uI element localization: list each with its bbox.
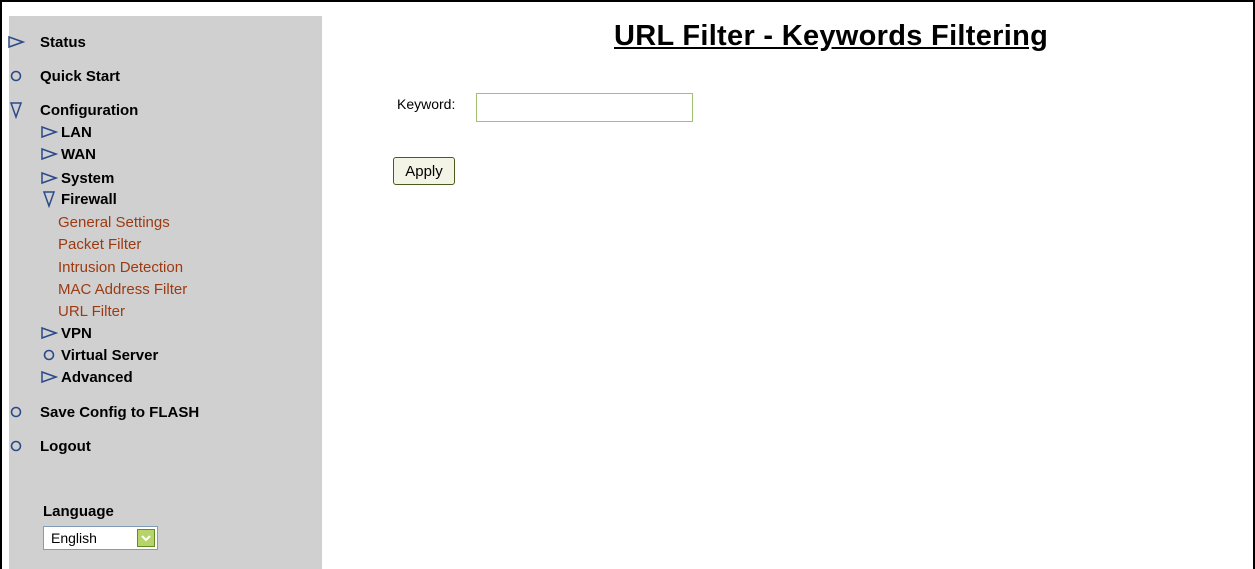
nav-system-label: System bbox=[61, 169, 115, 187]
keyword-label: Keyword: bbox=[397, 96, 456, 112]
nav-system[interactable]: System bbox=[40, 168, 114, 188]
nav-firewall[interactable]: Firewall bbox=[40, 189, 117, 209]
nav-virtual-server-label: Virtual Server bbox=[61, 346, 159, 364]
link-url-filter[interactable]: URL Filter bbox=[58, 301, 125, 321]
link-mac-address-filter[interactable]: MAC Address Filter bbox=[58, 279, 187, 299]
triangle-right-icon bbox=[40, 169, 58, 187]
nav-quick-start[interactable]: Quick Start bbox=[9, 66, 120, 86]
nav-advanced[interactable]: Advanced bbox=[40, 367, 133, 387]
link-intrusion-detection[interactable]: Intrusion Detection bbox=[58, 257, 183, 277]
language-label: Language bbox=[43, 503, 114, 520]
nav-quick-start-label: Quick Start bbox=[40, 67, 121, 85]
triangle-right-icon bbox=[7, 33, 25, 51]
nav-lan[interactable]: LAN bbox=[40, 122, 92, 142]
triangle-right-icon bbox=[40, 324, 58, 342]
triangle-right-icon bbox=[40, 123, 58, 141]
nav-save-config-label: Save Config to FLASH bbox=[40, 403, 200, 421]
triangle-right-icon bbox=[40, 368, 58, 386]
circle-bullet-icon bbox=[7, 67, 25, 85]
link-general-settings[interactable]: General Settings bbox=[58, 212, 170, 232]
nav-logout-label: Logout bbox=[40, 437, 91, 455]
triangle-right-icon bbox=[40, 145, 58, 163]
nav-status[interactable]: Status bbox=[7, 32, 86, 52]
nav-configuration-label: Configuration bbox=[40, 101, 139, 119]
keyword-input[interactable] bbox=[476, 93, 693, 122]
nav-virtual-server[interactable]: Virtual Server bbox=[40, 345, 158, 365]
language-select-value: English bbox=[51, 530, 97, 546]
triangle-down-icon bbox=[40, 190, 58, 208]
circle-bullet-icon bbox=[7, 437, 25, 455]
apply-button[interactable]: Apply bbox=[393, 157, 455, 185]
circle-bullet-icon bbox=[7, 403, 25, 421]
nav-vpn-label: VPN bbox=[61, 324, 92, 342]
link-packet-filter[interactable]: Packet Filter bbox=[58, 234, 141, 254]
nav-status-label: Status bbox=[40, 33, 86, 51]
page-title: URL Filter - Keywords Filtering bbox=[614, 20, 1049, 52]
circle-bullet-icon bbox=[40, 346, 58, 364]
language-select[interactable]: English bbox=[43, 526, 158, 550]
chevron-down-icon[interactable] bbox=[137, 529, 155, 547]
nav-advanced-label: Advanced bbox=[61, 368, 133, 386]
nav-lan-label: LAN bbox=[61, 123, 92, 141]
nav-wan-label: WAN bbox=[61, 145, 96, 163]
nav-wan[interactable]: WAN bbox=[40, 144, 96, 164]
nav-save-config[interactable]: Save Config to FLASH bbox=[9, 402, 199, 422]
nav-firewall-label: Firewall bbox=[61, 190, 117, 208]
nav-vpn[interactable]: VPN bbox=[40, 323, 92, 343]
nav-logout[interactable]: Logout bbox=[9, 436, 91, 456]
sidebar: Status Quick Start Configuration LAN WAN… bbox=[7, 16, 322, 569]
nav-configuration[interactable]: Configuration bbox=[9, 100, 138, 120]
triangle-down-icon bbox=[7, 101, 25, 119]
